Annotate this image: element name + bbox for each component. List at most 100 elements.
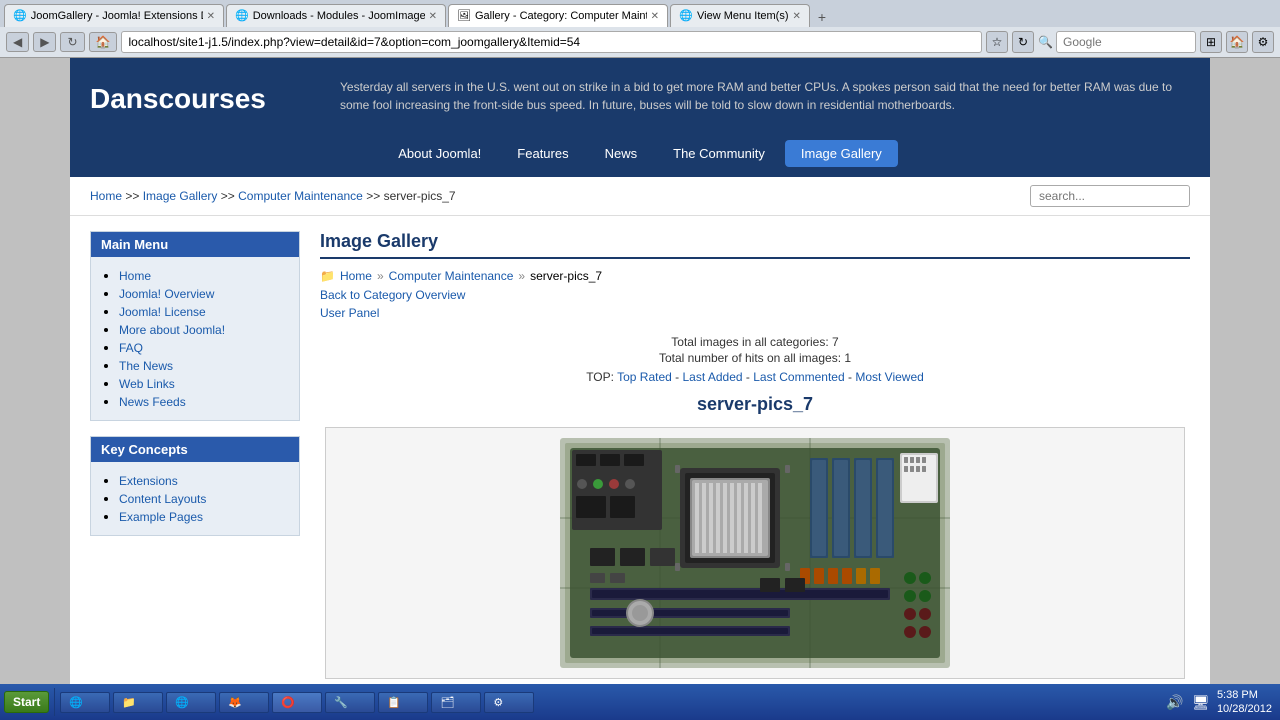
- tab-4-label: View Menu Item(s): [697, 10, 789, 22]
- nav-news[interactable]: News: [589, 140, 654, 167]
- last-commented-link[interactable]: Last Commented: [753, 370, 844, 384]
- taskbar-tool3[interactable]: 🗂: [431, 692, 481, 713]
- gallery-current-label: server-pics_7: [530, 269, 602, 283]
- breadcrumb-sep-1: >>: [125, 189, 142, 203]
- nav-image-gallery[interactable]: Image Gallery: [785, 140, 898, 167]
- tab-bar: 🌐 JoomGallery - Joomla! Extensions Direc…: [0, 0, 1280, 27]
- user-panel-link[interactable]: User Panel: [320, 306, 379, 320]
- tab-3-close[interactable]: ✕: [651, 11, 659, 22]
- sidebar-item-faq[interactable]: FAQ: [119, 341, 143, 355]
- last-added-link[interactable]: Last Added: [683, 370, 743, 384]
- refresh-icon[interactable]: ↻: [1012, 31, 1034, 53]
- nav-community[interactable]: The Community: [657, 140, 781, 167]
- tab-3[interactable]: 🖼 Gallery - Category: Computer Maintenan…: [448, 4, 668, 27]
- taskbar-folder[interactable]: 📁: [113, 692, 163, 713]
- sidebar-item-the-news[interactable]: The News: [119, 359, 173, 373]
- back-button[interactable]: ◀: [6, 32, 29, 52]
- gallery-folder-icon: 📁: [320, 269, 335, 283]
- taskbar-firefox-icon: 🦊: [228, 696, 242, 709]
- motherboard-image: [560, 438, 950, 668]
- taskbar-tool4[interactable]: ⚙: [484, 692, 534, 713]
- taskbar-tool1-icon: 🔧: [334, 696, 348, 709]
- main-nav: About Joomla! Features News The Communit…: [70, 140, 1210, 177]
- sidebar-item-extensions[interactable]: Extensions: [119, 474, 178, 488]
- volume-icon[interactable]: 🔊: [1165, 692, 1185, 712]
- main-content: Image Gallery 📁 Home » Computer Maintena…: [320, 231, 1190, 679]
- top-rated-link[interactable]: Top Rated: [617, 370, 672, 384]
- page-wrapper: Danscourses Yesterday all servers in the…: [70, 58, 1210, 694]
- taskbar-right: 🔊 🖥 5:38 PM 10/28/2012: [1165, 688, 1276, 717]
- start-button[interactable]: Start: [4, 691, 49, 713]
- back-to-category-link[interactable]: Back to Category Overview: [320, 288, 1190, 302]
- sidebar-item-news-feeds[interactable]: News Feeds: [119, 395, 186, 409]
- browser-chrome: 🌐 JoomGallery - Joomla! Extensions Direc…: [0, 0, 1280, 58]
- browser-search-input[interactable]: [1056, 31, 1196, 53]
- reload-button[interactable]: ↻: [60, 32, 84, 52]
- site-logo: Danscourses: [90, 73, 320, 125]
- key-concepts-content: Extensions Content Layouts Example Pages: [91, 462, 299, 535]
- tab-4[interactable]: 🌐 View Menu Item(s) ✕: [670, 4, 810, 27]
- total-hits-stat: Total number of hits on all images: 1: [320, 351, 1190, 365]
- home-nav-icon[interactable]: 🏠: [1226, 31, 1248, 53]
- site-header: Danscourses Yesterday all servers in the…: [70, 58, 1210, 140]
- taskbar-tool2[interactable]: 📋: [378, 692, 428, 713]
- gallery-breadcrumb: 📁 Home » Computer Maintenance » server-p…: [320, 269, 1190, 283]
- taskbar-clock: 5:38 PM 10/28/2012: [1217, 688, 1272, 717]
- page-title: Image Gallery: [320, 231, 1190, 259]
- taskbar: Start 🌐 📁 🌐 🦊 ⭕ 🔧 📋 🗂 ⚙ 🔊 🖥 5:38 PM 10/2…: [0, 684, 1280, 720]
- gallery-category-link[interactable]: Computer Maintenance: [389, 269, 514, 283]
- taskbar-ie2[interactable]: 🌐: [166, 692, 216, 713]
- tab-1[interactable]: 🌐 JoomGallery - Joomla! Extensions Direc…: [4, 4, 224, 27]
- key-concepts-title: Key Concepts: [91, 437, 299, 462]
- tab-1-close[interactable]: ✕: [207, 11, 215, 22]
- extensions-icon[interactable]: ⊞: [1200, 31, 1222, 53]
- sidebar-item-content-layouts[interactable]: Content Layouts: [119, 492, 206, 506]
- sidebar: Main Menu Home Joomla! Overview Joomla! …: [90, 231, 300, 679]
- taskbar-chrome-icon: ⭕: [281, 696, 295, 709]
- forward-button[interactable]: ▶: [33, 32, 56, 52]
- gallery-home-link[interactable]: Home: [340, 269, 372, 283]
- settings-icon[interactable]: ⚙: [1252, 31, 1274, 53]
- gallery-sep-2: »: [518, 269, 525, 283]
- sidebar-item-home[interactable]: Home: [119, 269, 151, 283]
- taskbar-tool1[interactable]: 🔧: [325, 692, 375, 713]
- breadcrumb-maintenance-link[interactable]: Computer Maintenance: [238, 189, 363, 203]
- gallery-stats: Total images in all categories: 7 Total …: [320, 335, 1190, 365]
- search-input[interactable]: [1030, 185, 1190, 207]
- tab-4-close[interactable]: ✕: [793, 11, 801, 22]
- taskbar-divider-1: [54, 688, 55, 716]
- content-layout: Main Menu Home Joomla! Overview Joomla! …: [70, 216, 1210, 694]
- taskbar-ie[interactable]: 🌐: [60, 692, 110, 713]
- sidebar-item-joomla-overview[interactable]: Joomla! Overview: [119, 287, 214, 301]
- tab-favicon-1: 🌐: [13, 9, 27, 23]
- taskbar-chrome[interactable]: ⭕: [272, 692, 322, 713]
- total-images-stat: Total images in all categories: 7: [320, 335, 1190, 349]
- tab-2[interactable]: 🌐 Downloads - Modules - JoomImages ✕: [226, 4, 446, 27]
- new-tab-button[interactable]: +: [812, 7, 832, 27]
- most-viewed-link[interactable]: Most Viewed: [855, 370, 923, 384]
- sidebar-item-example-pages[interactable]: Example Pages: [119, 510, 203, 524]
- network-icon[interactable]: 🖥: [1191, 692, 1211, 712]
- sidebar-item-joomla-license[interactable]: Joomla! License: [119, 305, 206, 319]
- header-news: Yesterday all servers in the U.S. went o…: [340, 73, 1190, 119]
- sidebar-item-web-links[interactable]: Web Links: [119, 377, 175, 391]
- sidebar-key-concepts: Key Concepts Extensions Content Layouts …: [90, 436, 300, 536]
- address-input[interactable]: [121, 31, 982, 53]
- sidebar-item-more-joomla[interactable]: More about Joomla!: [119, 323, 225, 337]
- address-bar-row: ◀ ▶ ↻ 🏠 ☆ ↻ 🔍 ⊞ 🏠 ⚙: [0, 27, 1280, 57]
- bookmark-icon[interactable]: ☆: [986, 31, 1008, 53]
- gallery-sep-1: »: [377, 269, 384, 283]
- breadcrumb-gallery-link[interactable]: Image Gallery: [143, 189, 218, 203]
- top-label: TOP:: [586, 370, 614, 384]
- nav-features[interactable]: Features: [501, 140, 584, 167]
- taskbar-firefox[interactable]: 🦊: [219, 692, 269, 713]
- tab-2-close[interactable]: ✕: [429, 11, 437, 22]
- taskbar-folder-icon: 📁: [122, 696, 136, 709]
- breadcrumb-home-link[interactable]: Home: [90, 189, 122, 203]
- breadcrumb: Home >> Image Gallery >> Computer Mainte…: [90, 189, 456, 203]
- taskbar-ie-icon: 🌐: [69, 696, 83, 709]
- taskbar-time: 5:38 PM: [1217, 688, 1272, 702]
- home-button[interactable]: 🏠: [89, 32, 118, 52]
- search-engine-icon: 🔍: [1038, 35, 1053, 49]
- nav-about-joomla[interactable]: About Joomla!: [382, 140, 497, 167]
